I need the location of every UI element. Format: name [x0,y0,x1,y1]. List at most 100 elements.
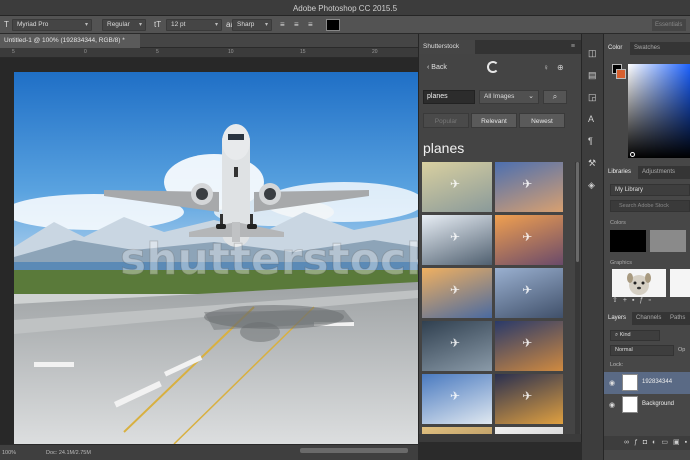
tab-swatches[interactable]: Swatches [630,42,670,55]
search-button[interactable]: ⌕ [543,90,567,104]
chevron-down-icon: ▾ [214,22,218,28]
text-color-swatch[interactable] [326,19,340,31]
back-button[interactable]: ‹ Back [427,64,447,71]
adjust-icon[interactable]: ◲ [588,92,597,103]
tab-adjustments[interactable]: Adjustments [638,166,688,179]
plane-icon: ✈ [522,177,533,191]
plane-icon: ✈ [450,230,461,244]
download-icon[interactable]: ⊕ [557,63,564,72]
layer-name: Background [642,401,675,407]
image-type-select[interactable]: All Images ⌄ [479,90,539,104]
upload-icon[interactable]: ⇧ [612,297,623,304]
properties-icon[interactable]: ▤ [588,70,597,81]
type-tool-icon[interactable]: T [4,20,9,29]
result-thumbnail[interactable]: ✈ [422,374,492,424]
library-select[interactable]: My Library [610,184,690,196]
sort-popular-tab[interactable]: Popular [423,113,469,128]
link-icon[interactable]: ∞ [624,439,634,446]
scrollbar-thumb[interactable] [576,162,579,262]
library-color-swatch[interactable] [650,230,686,252]
background-color[interactable] [616,69,626,79]
tab-libraries[interactable]: Libraries [604,166,638,179]
options-bar: T Myriad Pro ▾ Regular ▾ tT 12 pt ▾ aa S… [0,16,690,34]
doc-info[interactable]: Doc: 24.1M/2.75M [46,450,91,456]
result-thumbnail[interactable]: ✈ [495,374,563,424]
results-scrollbar[interactable] [575,162,580,440]
result-thumbnail[interactable]: ✈ [495,215,563,265]
result-thumbnail[interactable]: ✈ [495,321,563,371]
document-canvas[interactable]: shutterstock [14,72,418,444]
align-left-icon[interactable]: ≡ [280,20,285,29]
picker-cursor[interactable] [630,152,635,157]
eye-icon[interactable]: ◉ [609,379,615,387]
document-tabbar: Untitled-1 @ 100% (192834344, RGB/8) * [0,34,418,48]
sort-newest-tab[interactable]: Newest [519,113,565,128]
result-thumbnail[interactable]: ✈ [422,321,492,371]
folder-icon[interactable]: ▭ [661,439,673,446]
lightbulb-icon[interactable]: ♀ [543,63,549,72]
tab-channels[interactable]: Channels [632,312,666,325]
cube-icon[interactable]: ◈ [588,180,595,191]
trash-icon[interactable]: ▫ [648,297,655,304]
image-type-value: All Images [484,93,515,100]
result-thumbnail[interactable]: ✈ [422,215,492,265]
results-grid: ✈✈✈✈✈✈✈✈✈✈✈✈ [419,162,573,440]
tab-color[interactable]: Color [604,42,630,55]
results-heading: planes [423,140,465,156]
new-layer-icon[interactable]: ▣ [673,439,685,446]
library-color-swatch[interactable] [610,230,646,252]
tab-shutterstock[interactable]: Shutterstock [419,40,475,54]
document-tab[interactable]: Untitled-1 @ 100% (192834344, RGB/8) * [0,34,140,48]
result-thumbnail[interactable]: ✈ [422,268,492,318]
add-icon[interactable]: + [623,297,632,304]
layer-row[interactable]: ◉ 192834344 [604,372,690,394]
tools-icon[interactable]: ⚒ [588,158,596,169]
font-style-select[interactable]: Regular ▾ [102,19,146,31]
adjust-layer-icon[interactable]: ◐ [652,439,661,446]
shutterstock-panel: Shutterstock ≡ ‹ Back ♀ ⊕ planes All Ima… [418,34,582,442]
layer-row[interactable]: ◉ Background [604,394,690,416]
paragraph-icon[interactable]: ¶ [588,136,593,146]
zoom-level[interactable]: 100% [2,450,16,456]
tab-paths[interactable]: Paths [666,312,690,325]
ruler-label: 15 [300,49,306,55]
color-panel-tabs: Color Swatches [604,42,690,55]
fx-icon[interactable]: ƒ [634,439,643,446]
horizontal-scrollbar[interactable] [300,448,408,453]
sort-relevant-tab[interactable]: Relevant [471,113,517,128]
library-panel-tabs: Libraries Adjustments [604,166,690,179]
chevron-down-icon: ▾ [264,22,268,28]
font-family-select[interactable]: Myriad Pro ▾ [12,19,92,31]
layer-filter-select[interactable]: ⌕ Kind [610,330,660,341]
workspace-select[interactable]: Essentials [652,19,686,31]
result-thumbnail[interactable]: ✈ [495,162,563,212]
mask-icon[interactable]: ◘ [643,439,652,446]
plane-icon: ✈ [450,336,461,350]
back-label: Back [431,64,447,71]
library-graphic-thumb[interactable] [612,269,666,297]
character-icon[interactable]: A [588,114,594,124]
lock-label: Lock: [610,362,624,368]
align-center-icon[interactable]: ≡ [294,20,299,29]
trash-icon[interactable]: ▪ [685,439,690,446]
shutterstock-logo-icon [487,61,499,73]
eye-icon[interactable]: ◉ [609,401,615,409]
canvas-area[interactable]: shutterstock [0,58,418,444]
font-size-select[interactable]: 12 pt ▾ [166,19,222,31]
search-input[interactable]: planes [423,90,475,104]
library-graphic-thumb[interactable] [670,269,690,297]
ruler-label: 5 [156,49,159,55]
right-panels: Color Swatches Libraries Adjustments My … [604,34,690,460]
antialias-value: Sharp [237,21,255,28]
color-picker-field[interactable] [628,64,690,158]
align-right-icon[interactable]: ≡ [308,20,313,29]
result-thumbnail[interactable]: ✈ [422,162,492,212]
panel-menu-icon[interactable]: ≡ [571,43,575,50]
library-search-input[interactable]: Search Adobe Stock [610,200,690,212]
antialias-select[interactable]: Sharp ▾ [232,19,272,31]
shutterstock-tabbar: Shutterstock ≡ [419,40,581,54]
result-thumbnail[interactable]: ✈ [495,268,563,318]
tab-layers[interactable]: Layers [604,312,632,325]
blend-mode-select[interactable]: Normal [610,345,674,356]
history-icon[interactable]: ◫ [588,48,597,59]
